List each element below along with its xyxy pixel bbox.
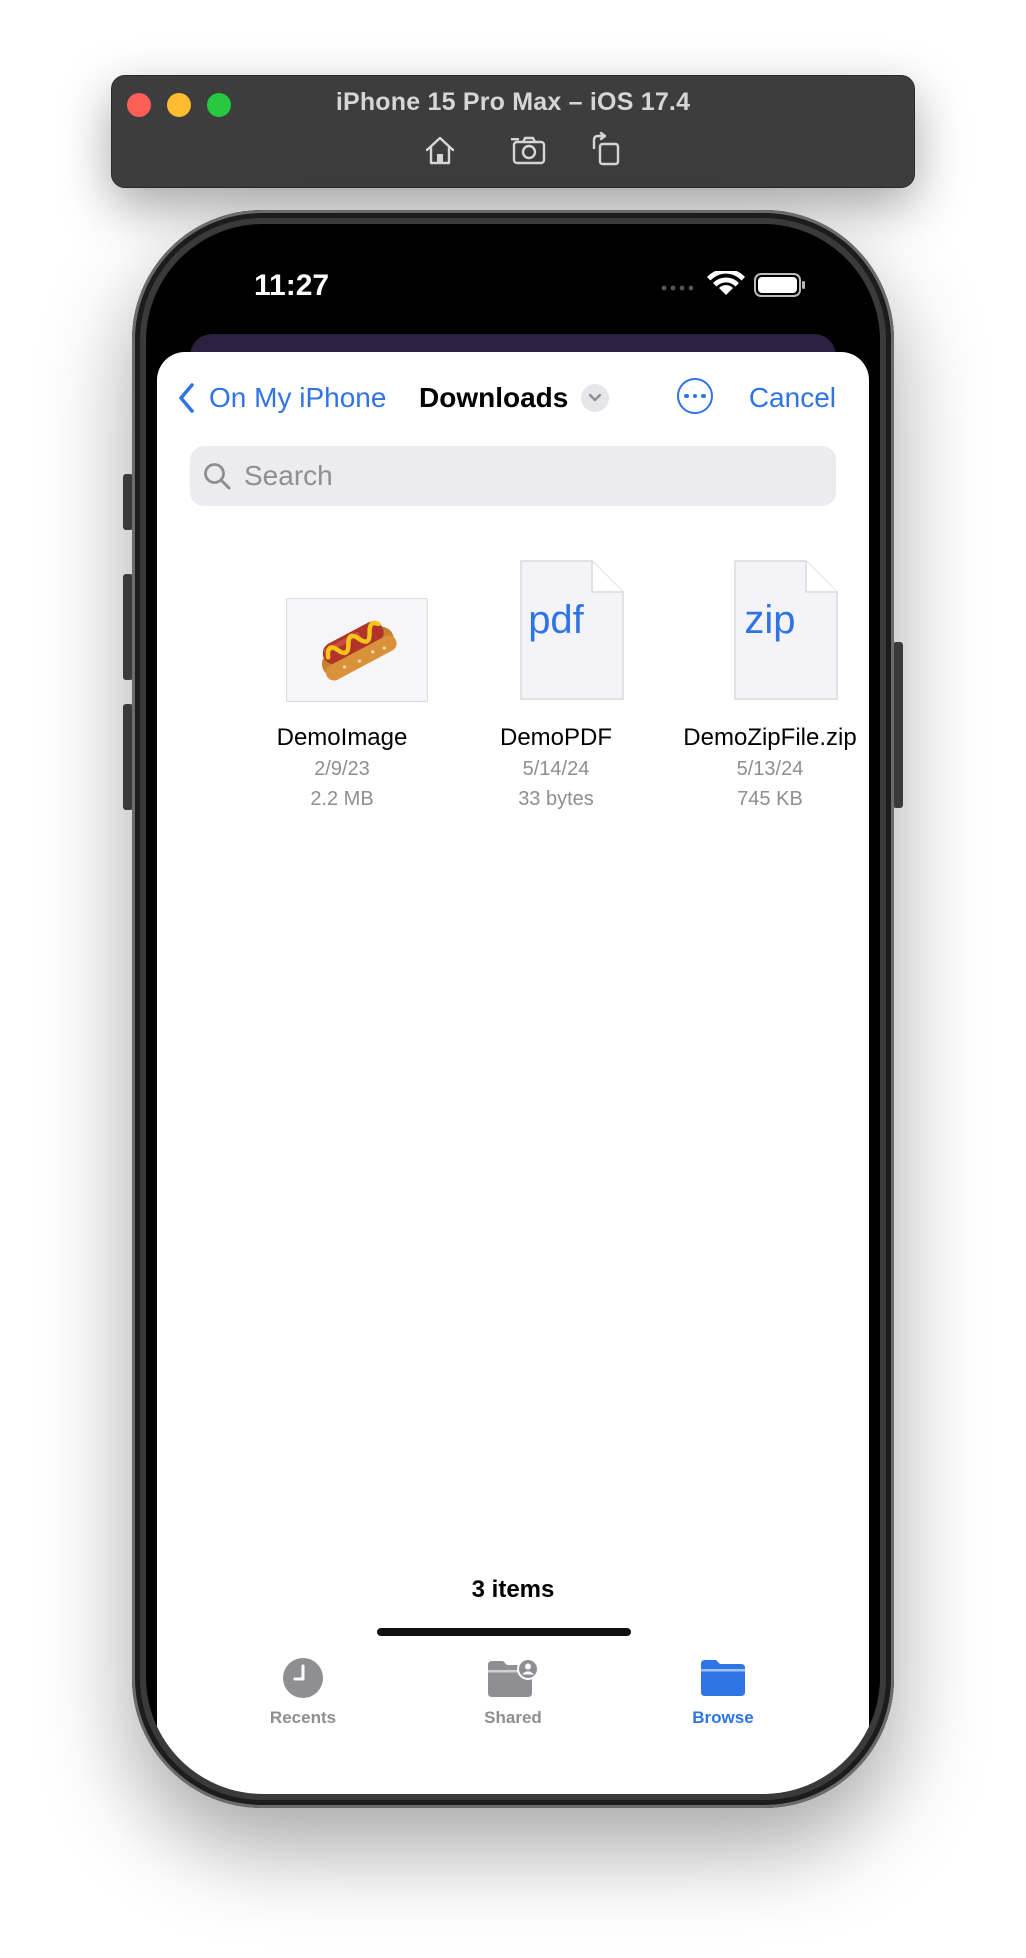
- file-name: DemoZipFile.zip: [683, 724, 857, 751]
- item-count: 3 items: [471, 1576, 555, 1603]
- home-indicator[interactable]: [377, 1628, 631, 1636]
- document-picker-sheet: On My iPhone Downloads Cancel Search Dem…: [157, 352, 869, 1794]
- title-menu[interactable]: Downloads: [419, 376, 610, 420]
- folder-icon: [701, 1660, 745, 1696]
- file-size: 745 KB: [737, 788, 803, 810]
- tab-shared[interactable]: Shared: [443, 1656, 583, 1728]
- home-icon[interactable]: [420, 130, 460, 170]
- file-item-demopdf[interactable]: pdf DemoPDF 5/14/24 33 bytes: [456, 558, 656, 814]
- file-type-label: zip: [744, 598, 796, 642]
- chevron-down-icon: [581, 384, 610, 412]
- file-name: DemoImage: [276, 724, 408, 751]
- cancel-button[interactable]: Cancel: [749, 376, 836, 420]
- back-button[interactable]: On My iPhone: [177, 376, 386, 420]
- shared-folder-icon: [488, 1658, 539, 1697]
- search-input[interactable]: [242, 459, 806, 493]
- simulator-toolbar: iPhone 15 Pro Max – iOS 17.4: [111, 75, 915, 188]
- file-type-label: pdf: [528, 598, 584, 642]
- hotdog-icon: [321, 620, 397, 681]
- tab-label: Browse: [692, 1708, 754, 1727]
- file-date: 5/13/24: [736, 758, 804, 780]
- wifi-icon: [707, 271, 745, 295]
- chevron-left-icon: [179, 383, 194, 413]
- back-button-label: On My iPhone: [209, 382, 387, 413]
- cellular-icon: [661, 285, 694, 291]
- file-item-demoimage[interactable]: DemoImage 2/9/23 2.2 MB: [242, 558, 442, 814]
- search-field[interactable]: [190, 446, 836, 506]
- more-options-button[interactable]: [677, 378, 713, 414]
- file-size: 33 bytes: [518, 788, 594, 810]
- tab-browse[interactable]: Browse: [653, 1656, 793, 1728]
- file-date: 2/9/23: [314, 758, 370, 780]
- power-button: [893, 642, 903, 808]
- file-date: 5/14/24: [522, 758, 590, 780]
- ellipsis-icon: [684, 393, 689, 399]
- tab-label: Recents: [269, 1708, 337, 1727]
- tab-label: Shared: [484, 1708, 542, 1727]
- rotate-icon[interactable]: [586, 130, 626, 170]
- battery-icon: [754, 273, 805, 297]
- simulator-title: iPhone 15 Pro Max – iOS 17.4: [335, 88, 691, 116]
- search-icon: [204, 463, 231, 490]
- file-item-demozipfile[interactable]: zip DemoZipFile.zip 5/13/24 745 KB: [670, 558, 870, 814]
- tab-recents[interactable]: Recents: [233, 1656, 373, 1728]
- file-size: 2.2 MB: [310, 788, 374, 810]
- page-title: Downloads: [419, 382, 569, 413]
- status-time: 11:27: [254, 269, 330, 302]
- status-icons: [661, 271, 805, 297]
- screenshot-icon[interactable]: [509, 130, 549, 170]
- phone-screen: 11:27 On My iPhone Downloads Cancel Sear…: [146, 224, 880, 1794]
- image-thumbnail: [286, 598, 428, 702]
- file-name: DemoPDF: [499, 724, 613, 751]
- clock-icon: [283, 1658, 323, 1698]
